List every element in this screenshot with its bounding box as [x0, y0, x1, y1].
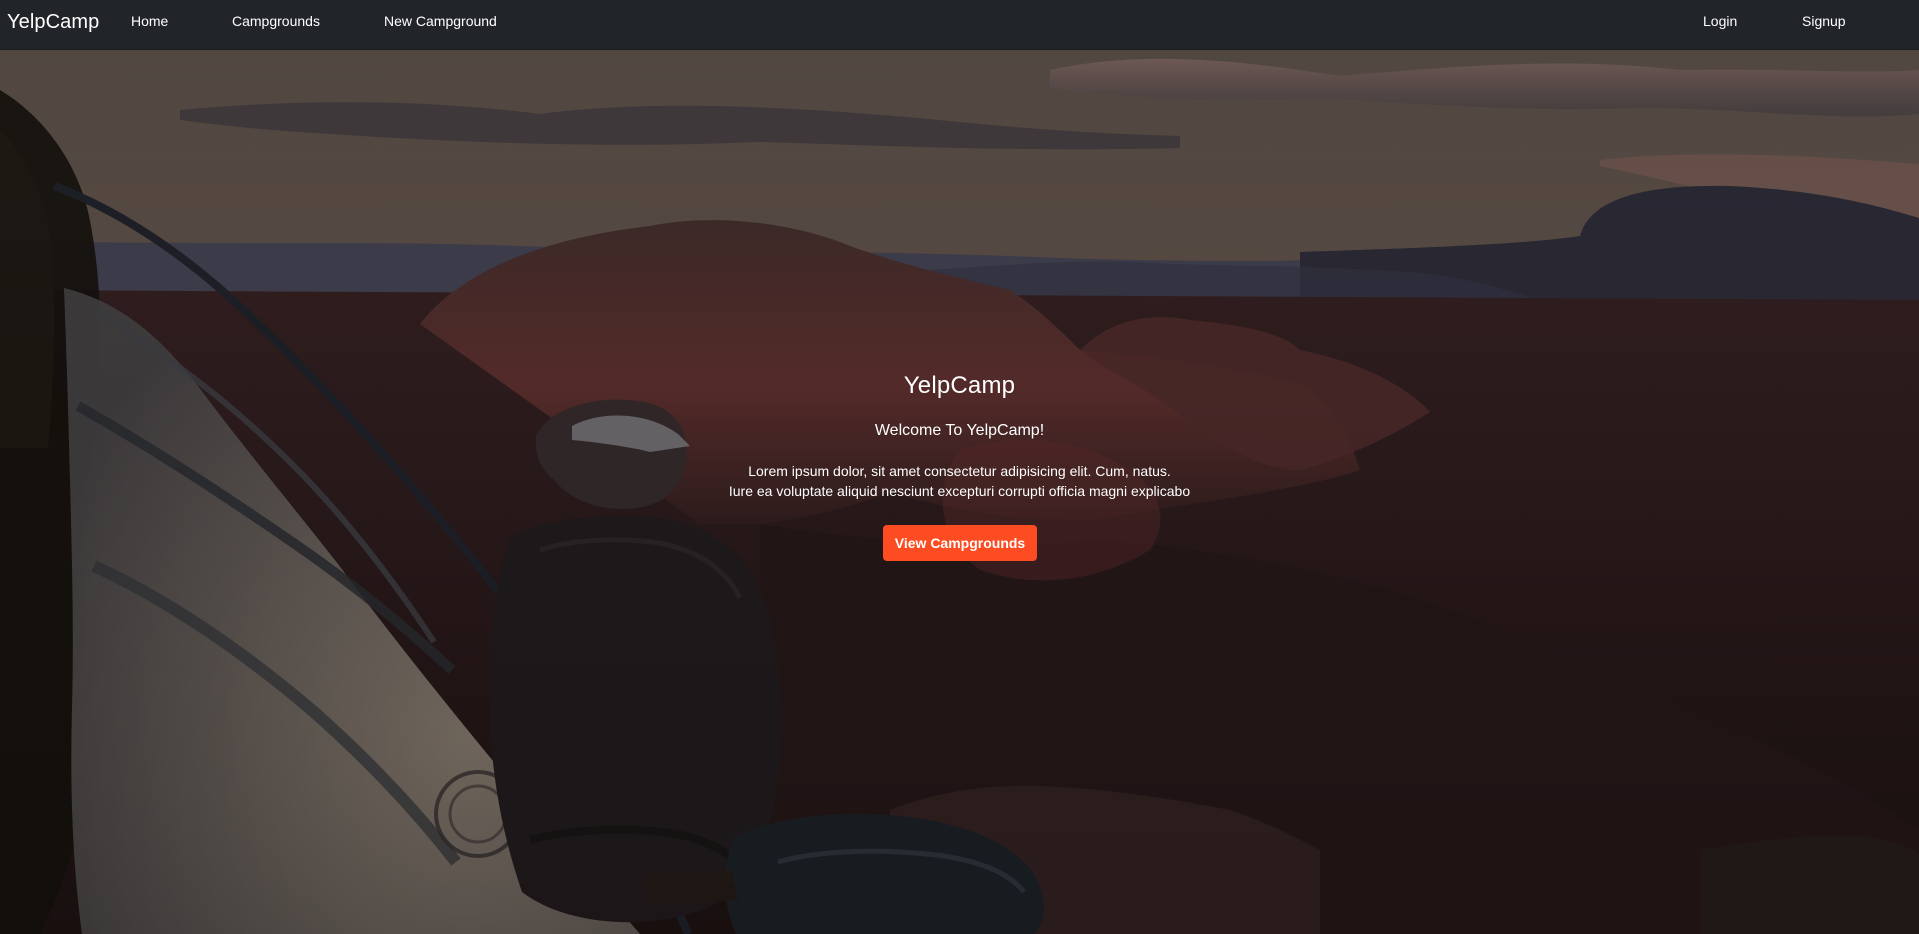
navbar-brand[interactable]: YelpCamp	[7, 11, 99, 34]
nav-link-signup[interactable]: Signup	[1802, 13, 1846, 29]
hero-title: YelpCamp	[903, 372, 1016, 399]
nav-link-campgrounds[interactable]: Campgrounds	[232, 13, 320, 29]
hero-description-line-2: Iure ea voluptate aliquid nesciunt excep…	[728, 483, 1191, 499]
nav-link-login[interactable]: Login	[1703, 13, 1737, 29]
nav-link-new-campground[interactable]: New Campground	[384, 13, 497, 29]
navbar: YelpCamp Home Campgrounds New Campground…	[0, 0, 1919, 50]
hero-description: Lorem ipsum dolor, sit amet consectetur …	[0, 461, 1919, 501]
hero-content: YelpCamp Welcome To YelpCamp! Lorem ipsu…	[0, 50, 1919, 934]
nav-link-home[interactable]: Home	[131, 13, 168, 29]
view-campgrounds-button[interactable]: View Campgrounds	[883, 525, 1037, 561]
hero-section: YelpCamp Welcome To YelpCamp! Lorem ipsu…	[0, 50, 1919, 934]
hero-description-line-1: Lorem ipsum dolor, sit amet consectetur …	[748, 463, 1171, 479]
hero-subtitle: Welcome To YelpCamp!	[874, 422, 1045, 439]
